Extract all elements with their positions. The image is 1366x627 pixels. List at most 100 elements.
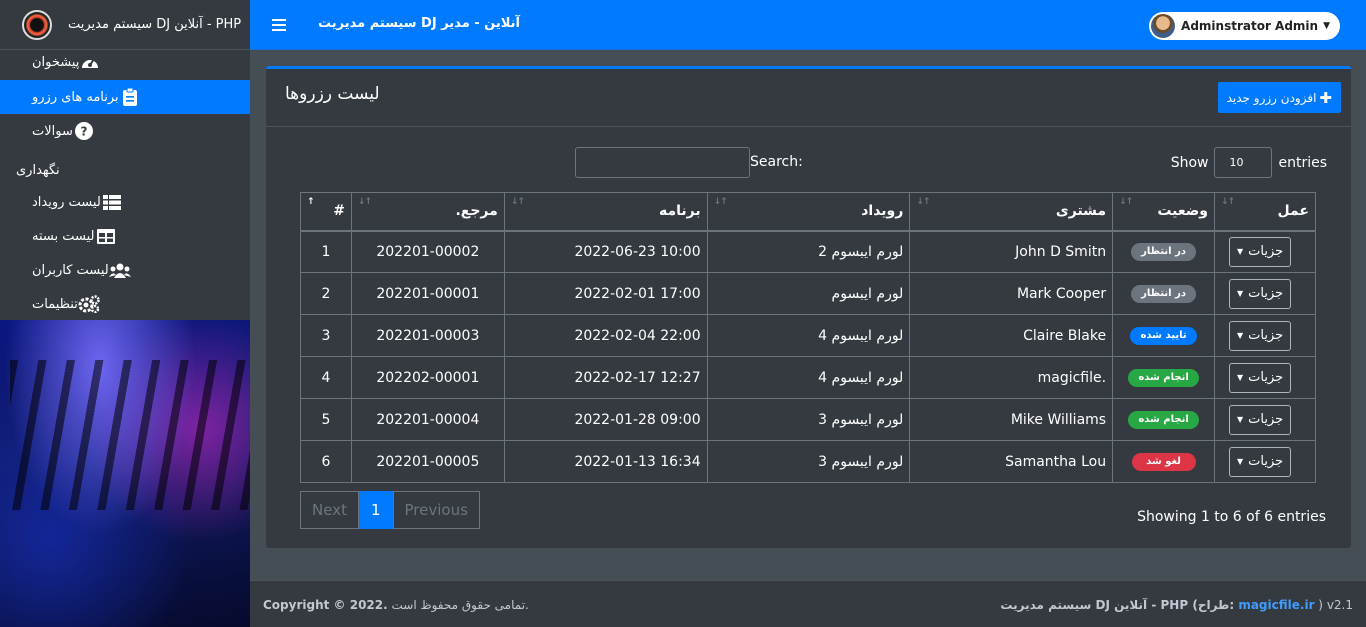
sidebar-item-settings[interactable]: تنظیمات <box>0 287 250 321</box>
details-dropdown-button[interactable]: ▼ جزیات <box>1229 278 1292 309</box>
cell-schedule: 2022-01-28 09:00 <box>503 398 708 441</box>
cell-client: Mark Cooper <box>909 272 1114 315</box>
details-label: جزیات <box>1248 454 1284 469</box>
cell-action: ▼ جزیات <box>1214 314 1316 357</box>
sidebar-item-reservations[interactable]: برنامه های رزرو <box>0 80 250 114</box>
caret-down-icon: ▼ <box>1237 373 1244 382</box>
table-row: 6 202201-00005 2022-01-13 16:34 لورم ایبسوم… <box>300 440 1316 483</box>
sort-icon: ↑↓ <box>510 197 525 207</box>
sidebar-item-label: لیست بسته <box>32 228 95 244</box>
sidebar-item-faq[interactable]: ? سوالات <box>0 114 250 148</box>
cell-schedule: 2022-06-23 10:00 <box>503 230 708 273</box>
sidebar-item-label: سوالات <box>32 123 73 139</box>
entries-length-control: Show 10 entries <box>1171 147 1327 178</box>
table-row: 2 202201-00001 2022-02-01 17:00 لورم ایبسوم… <box>300 272 1316 315</box>
cell-reference: 202201-00005 <box>350 440 505 483</box>
table-header-row: # ↑ مرجع. ↑↓ برنامه ↑↓ رویداد ↑↓ مشتری ↑↓ وضع… <box>300 192 1316 232</box>
cell-status: لغو شد <box>1112 440 1216 483</box>
list-icon <box>101 191 123 213</box>
status-badge: انجام شده <box>1128 369 1199 387</box>
status-badge: در انتظار <box>1131 243 1196 262</box>
sort-asc-icon: ↑ <box>307 197 314 207</box>
details-label: جزیات <box>1248 370 1284 385</box>
cell-action: ▼ جزیات <box>1214 440 1316 483</box>
table-icon <box>95 225 117 247</box>
user-name: Adminstrator Admin <box>1181 19 1319 33</box>
column-header-client[interactable]: مشتری ↑↓ <box>909 192 1114 232</box>
version-text: v2.1 <box>1326 598 1353 612</box>
details-label: جزیات <box>1248 412 1284 427</box>
cell-action: ▼ جزیات <box>1214 272 1316 315</box>
details-dropdown-button[interactable]: ▼ جزیات <box>1229 320 1292 351</box>
entries-select[interactable]: 10 <box>1214 147 1273 178</box>
sidebar-item-event-list[interactable]: لیست رویداد <box>0 185 250 219</box>
status-badge: لغو شد <box>1131 453 1196 471</box>
table-info: Showing 1 to 6 of 6 entries <box>1137 509 1326 525</box>
clipboard-icon <box>119 86 141 108</box>
cell-event: لورم ایبسوم <box>706 272 911 315</box>
add-reservation-button[interactable]: ✚ افزودن رزرو جدید <box>1217 82 1341 113</box>
table-row: 1 202201-00002 2022-06-23 10:00 لورم ایبسوم… <box>300 230 1316 273</box>
column-header-schedule[interactable]: برنامه ↑↓ <box>503 192 708 232</box>
reservations-card: لیست رزروها ✚ افزودن رزرو جدید Search: S… <box>266 66 1351 548</box>
details-dropdown-button[interactable]: ▼ جزیات <box>1229 404 1292 435</box>
user-menu-button[interactable]: Adminstrator Admin ▼ <box>1149 12 1340 40</box>
cell-reference: 202201-00002 <box>350 230 505 273</box>
credit-link[interactable]: magicfile.ir <box>1238 598 1314 612</box>
table-row: 5 202201-00004 2022-01-28 09:00 لورم ایبسوم… <box>300 398 1316 441</box>
credit-close: ) <box>1314 598 1323 612</box>
pagination-page-1[interactable]: 1 <box>358 491 393 529</box>
caret-down-icon: ▼ <box>1237 289 1244 298</box>
status-badge: تایید شده <box>1130 327 1197 345</box>
sidebar-item-label: پیشخوان <box>32 54 80 70</box>
sidebar-background-image <box>0 320 250 627</box>
details-dropdown-button[interactable]: ▼ جزیات <box>1229 446 1292 477</box>
cell-status: انجام شده <box>1112 356 1216 399</box>
sidebar-item-package-list[interactable]: لیست بسته <box>0 219 250 253</box>
cell-number: 6 <box>300 440 352 483</box>
footer: Copyright © 2022. تمامی حقوق محفوظ است. … <box>250 580 1366 627</box>
cell-event: لورم ایبسوم 3 <box>706 398 911 441</box>
users-icon <box>108 259 131 281</box>
rights-text: تمامی حقوق محفوظ است. <box>391 598 529 612</box>
caret-down-icon: ▼ <box>1237 247 1244 257</box>
sidebar-item-user-list[interactable]: لیست کاربران <box>0 253 250 287</box>
status-badge: انجام شده <box>1128 411 1199 429</box>
details-dropdown-button[interactable]: ▼ جزیات <box>1229 236 1292 267</box>
show-label: Show <box>1170 154 1209 171</box>
cell-client: Mike Williams <box>909 398 1114 441</box>
status-badge: در انتظار <box>1131 285 1196 303</box>
sort-icon: ↑↓ <box>1221 197 1235 207</box>
cell-schedule: 2022-02-17 12:27 <box>503 356 708 399</box>
sidebar-item-label: لیست کاربران <box>32 262 109 278</box>
copyright-label: Copyright © 2022. <box>263 598 388 612</box>
sidebar-item-label: تنظیمات <box>32 296 78 312</box>
pagination: Next 1 Previous <box>300 491 480 529</box>
plus-icon: ✚ <box>1319 88 1332 107</box>
dashboard-icon <box>79 51 101 73</box>
brand-link[interactable]: PHP - آنلاین DJ سیستم مدیریت <box>0 0 250 50</box>
column-header-reference[interactable]: مرجع. ↑↓ <box>350 192 505 232</box>
column-header-action[interactable]: عمل ↑↓ <box>1214 192 1316 232</box>
sort-icon: ↑↓ <box>357 197 372 207</box>
sidebar-item-dashboard[interactable]: پیشخوان <box>0 50 250 79</box>
sidebar: پیشخوان برنامه های رزرو ? سوالات نگهداری… <box>0 50 250 627</box>
search-input[interactable] <box>575 147 750 178</box>
cell-reference: 202201-00001 <box>350 272 505 315</box>
table-row: 3 202201-00003 2022-02-04 22:00 لورم ایبسوم… <box>300 314 1316 357</box>
pagination-next[interactable]: Next <box>300 491 359 529</box>
caret-down-icon: ▼ <box>1237 415 1244 424</box>
add-reservation-label: افزودن رزرو جدید <box>1226 90 1317 105</box>
cell-event: لورم ایبسوم 2 <box>706 230 911 273</box>
sort-icon: ↑↓ <box>916 197 930 207</box>
details-dropdown-button[interactable]: ▼ جزیات <box>1229 362 1292 393</box>
cell-client: Samantha Lou <box>909 440 1114 483</box>
menu-toggle-icon[interactable] <box>272 15 286 35</box>
main-content: لیست رزروها ✚ افزودن رزرو جدید Search: S… <box>250 50 1366 580</box>
pagination-previous[interactable]: Previous <box>392 491 480 529</box>
column-header-event[interactable]: رویداد ↑↓ <box>706 192 911 232</box>
cell-client: magicfile. <box>909 356 1114 399</box>
cell-action: ▼ جزیات <box>1214 356 1316 399</box>
column-header-status[interactable]: وضعیت ↑↓ <box>1112 192 1216 232</box>
column-header-number[interactable]: # ↑ <box>300 192 352 232</box>
